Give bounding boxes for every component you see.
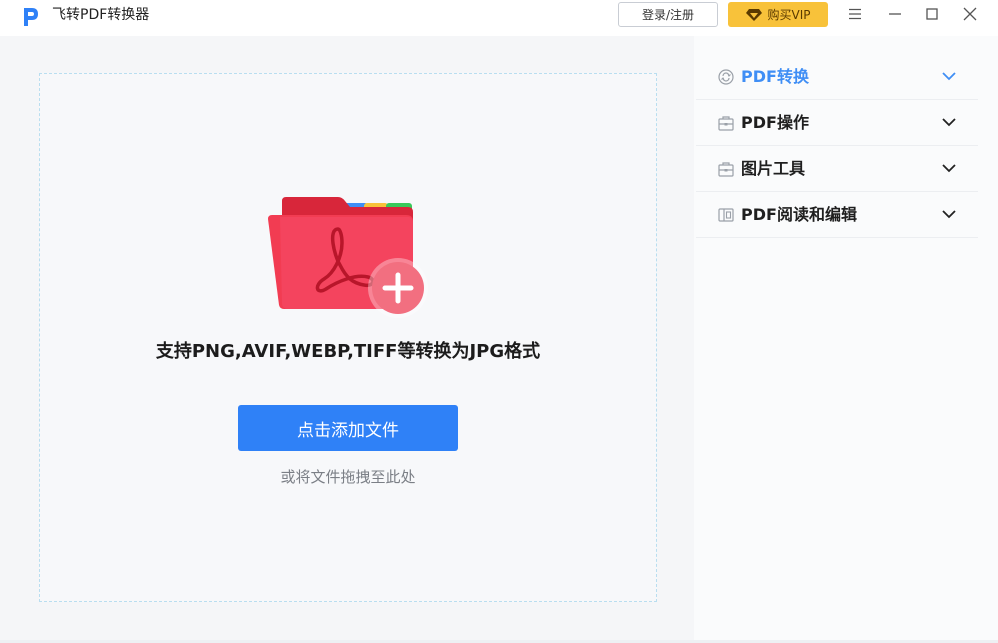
chevron-down-icon: [942, 164, 956, 173]
app-title: 飞转PDF转换器: [52, 7, 150, 23]
buy-vip-label: 购买VIP: [767, 8, 811, 22]
sidebar-item-label: PDF阅读和编辑: [741, 205, 857, 224]
tool-sidebar: PDF转换 PDF操作 图片工具 PDF阅读和编辑: [694, 36, 998, 643]
sidebar-item-label: 图片工具: [741, 159, 806, 178]
chevron-down-icon: [942, 72, 956, 81]
supported-formats-text: 支持PNG,AVIF,WEBP,TIFF等转换为JPG格式: [155, 341, 541, 362]
buy-vip-button[interactable]: 购买VIP: [728, 2, 828, 27]
pdf-folder-add-icon[interactable]: [268, 197, 430, 319]
toolbox-icon: [718, 116, 734, 131]
file-drop-zone[interactable]: [39, 73, 657, 602]
hamburger-menu-icon[interactable]: [845, 4, 865, 24]
sidebar-item-pdf-operations[interactable]: PDF操作: [696, 100, 978, 146]
diamond-icon: [745, 9, 762, 21]
close-icon[interactable]: [960, 4, 980, 24]
drag-drop-hint: 或将文件拖拽至此处: [280, 468, 416, 486]
title-bar: 飞转PDF转换器 登录/注册 购买VIP: [0, 0, 998, 36]
maximize-icon[interactable]: [922, 4, 942, 24]
login-register-button[interactable]: 登录/注册: [618, 2, 718, 27]
app-logo-icon: [24, 8, 38, 26]
chevron-down-icon: [942, 118, 956, 127]
sidebar-item-image-tools[interactable]: 图片工具: [696, 146, 978, 192]
sidebar-item-label: PDF操作: [741, 113, 809, 132]
sidebar-item-pdf-read-edit[interactable]: PDF阅读和编辑: [696, 192, 978, 238]
convert-icon: [718, 69, 734, 85]
minimize-icon[interactable]: [885, 4, 905, 24]
add-file-button[interactable]: 点击添加文件: [238, 405, 458, 451]
sidebar-item-label: PDF转换: [741, 67, 809, 86]
add-file-label: 点击添加文件: [297, 420, 399, 441]
reader-icon: [718, 208, 734, 222]
sidebar-item-pdf-convert[interactable]: PDF转换: [696, 54, 978, 100]
login-register-label: 登录/注册: [641, 8, 695, 22]
toolbox-icon: [718, 162, 734, 177]
chevron-down-icon: [942, 210, 956, 219]
